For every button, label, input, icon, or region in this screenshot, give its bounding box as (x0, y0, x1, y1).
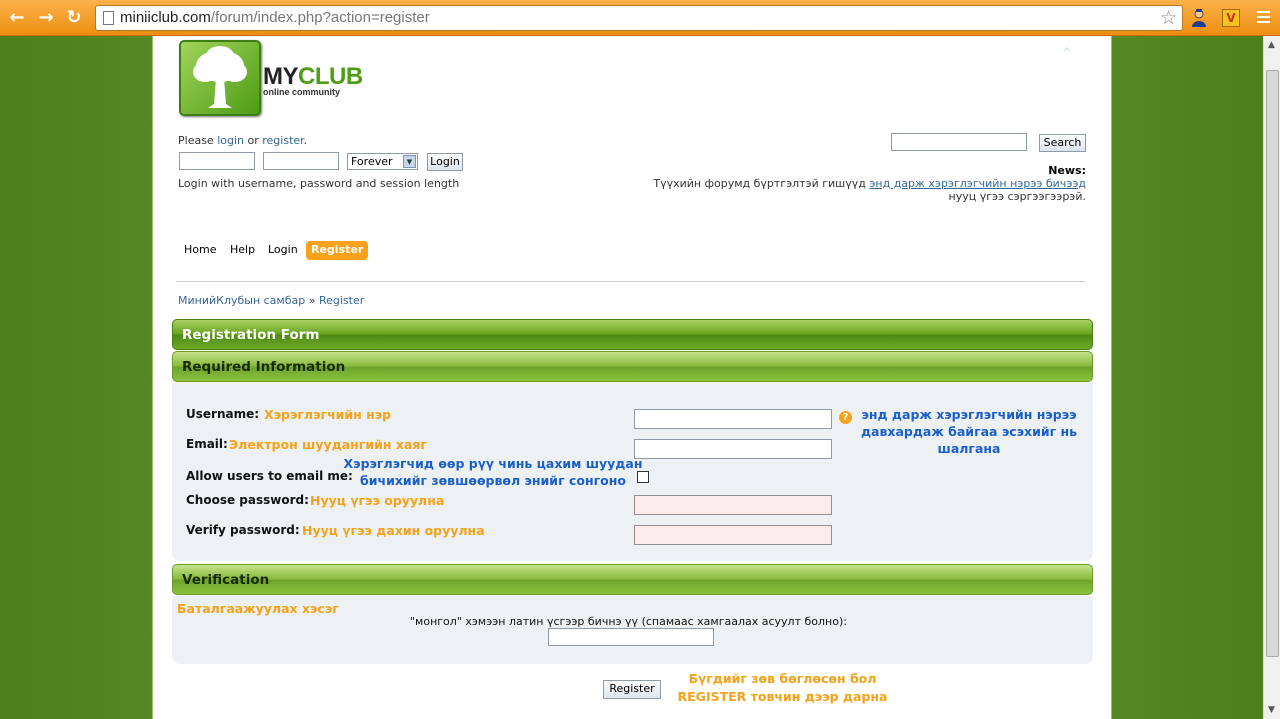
verify-password-input[interactable] (634, 525, 832, 545)
username-label: Username: (186, 407, 260, 421)
email-input[interactable] (634, 439, 832, 459)
collapse-header-icon[interactable]: ⌃ (1060, 44, 1073, 63)
password-input[interactable] (634, 495, 832, 515)
username-input[interactable] (634, 409, 832, 429)
username-note: Хэрэглэгчийн нэр (264, 407, 392, 422)
verification-header: Verification (172, 564, 1093, 595)
news-link[interactable]: энд дарж хэрэглэгчийн нэрээ бичээд (869, 177, 1086, 190)
register-note: Бүгдийг зөв бөглөсөн бол REGISTER товчин … (677, 671, 888, 704)
bookmark-star-icon[interactable]: ☆ (1160, 7, 1177, 29)
verification-input[interactable] (548, 628, 714, 646)
forward-icon[interactable]: → (35, 7, 57, 29)
password-label: Choose password: (186, 493, 309, 507)
chevron-down-icon: ▼ (403, 155, 416, 168)
news-text: Түүхийн форумд бүртгэлтэй гишүүд энд дар… (653, 177, 1086, 203)
email-note: Электрон шуудангийн хаяг (229, 437, 427, 452)
page-icon (103, 11, 114, 25)
registration-form-header: Registration Form (172, 319, 1093, 350)
browser-toolbar: ← → ↻ miniiclub.com/forum/index.php?acti… (0, 0, 1280, 36)
forum-panel: MYCLUB online community ⌃ Please login o… (152, 36, 1112, 719)
login-note: Login with username, password and sessio… (178, 177, 460, 190)
logo-tree-icon[interactable] (179, 40, 261, 116)
username-check-note: энд дарж хэрэглэгчийн нэрээ давхардаж бай… (860, 407, 1078, 456)
address-bar[interactable]: miniiclub.com/forum/index.php?action=reg… (95, 5, 1183, 31)
session-length-select[interactable]: Forever ▼ (347, 153, 418, 170)
menu-register[interactable]: Register (306, 241, 369, 260)
menu-login[interactable]: Login (268, 241, 298, 260)
login-button[interactable]: Login (427, 153, 463, 171)
user-extension-icon[interactable] (1191, 9, 1207, 27)
search-input[interactable] (891, 133, 1027, 151)
search-button[interactable]: Search (1039, 134, 1086, 152)
login-username-input[interactable] (179, 152, 255, 170)
divider (176, 281, 1085, 282)
reload-icon[interactable]: ↻ (63, 7, 85, 29)
email-label: Email: (186, 437, 228, 451)
v-extension-icon[interactable]: V (1222, 9, 1240, 27)
menu-home[interactable]: Home (184, 241, 216, 260)
verification-question: "монгол" хэмээн латин үсгээр бичнэ үү (с… (410, 615, 847, 628)
url-text: miniiclub.com/forum/index.php?action=reg… (120, 9, 430, 26)
login-link[interactable]: login (217, 134, 244, 147)
verify-password-label: Verify password: (186, 523, 300, 537)
allow-email-checkbox[interactable] (637, 471, 649, 483)
allow-email-label: Allow users to email me: (186, 469, 353, 483)
menu-help[interactable]: Help (230, 241, 255, 260)
logo-tagline: online community (263, 87, 341, 97)
register-button[interactable]: Register (603, 680, 661, 699)
back-icon[interactable]: ← (6, 7, 28, 29)
password-note: Нууц үгээ оруулна (310, 493, 445, 508)
required-info-header: Required Information (172, 351, 1093, 382)
register-link[interactable]: register (262, 134, 303, 147)
breadcrumb-home[interactable]: МинийКлубын самбар (178, 294, 305, 307)
breadcrumb-current[interactable]: Register (319, 294, 364, 307)
verification-note: Баталгаажуулах хэсэг (177, 601, 339, 616)
vertical-scrollbar[interactable]: ▲ ▼ (1263, 36, 1280, 719)
breadcrumb: МинийКлубын самбар » Register (178, 294, 365, 307)
verify-password-note: Нууц үгээ дахин оруулна (302, 523, 485, 538)
scroll-thumb[interactable] (1266, 70, 1279, 657)
scroll-down-icon[interactable]: ▼ (1268, 705, 1275, 715)
allow-email-note: Хэрэглэгчид өөр рүү чинь цахим шуудан бич… (343, 456, 643, 488)
news-title: News: (1048, 164, 1086, 177)
browser-menu-icon[interactable] (1257, 11, 1270, 26)
login-prompt: Please login or register. (178, 134, 308, 147)
scroll-up-icon[interactable]: ▲ (1268, 40, 1275, 50)
login-password-input[interactable] (263, 152, 339, 170)
